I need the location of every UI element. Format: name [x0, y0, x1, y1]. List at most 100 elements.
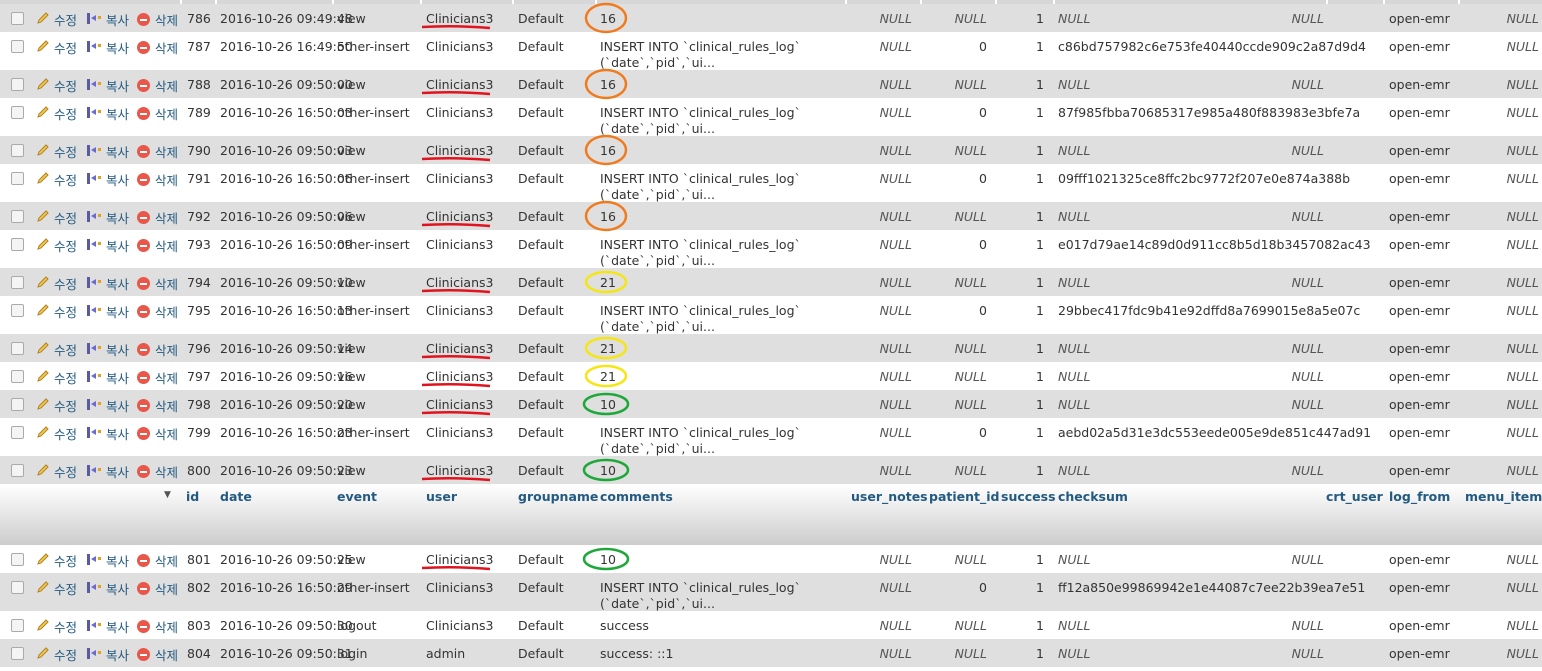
delete-link[interactable]: 삭제: [155, 142, 178, 161]
column-header-checksum[interactable]: checksum: [1058, 489, 1128, 504]
delete-icon[interactable]: [137, 399, 150, 412]
copy-link[interactable]: 복사: [106, 208, 129, 227]
column-header-crt-user[interactable]: crt_user: [1326, 489, 1383, 504]
copy-icon[interactable]: [86, 209, 101, 223]
delete-link[interactable]: 삭제: [155, 274, 178, 293]
copy-link[interactable]: 복사: [106, 340, 129, 359]
row-checkbox[interactable]: [11, 581, 24, 594]
delete-link[interactable]: 삭제: [155, 236, 178, 255]
pencil-icon[interactable]: [36, 77, 50, 91]
edit-link[interactable]: 수정: [54, 104, 77, 123]
copy-link[interactable]: 복사: [106, 462, 129, 481]
delete-icon[interactable]: [137, 107, 150, 120]
delete-link[interactable]: 삭제: [155, 340, 178, 359]
row-checkbox[interactable]: [11, 464, 24, 477]
pencil-icon[interactable]: [36, 11, 50, 25]
pencil-icon[interactable]: [36, 171, 50, 185]
delete-link[interactable]: 삭제: [155, 551, 178, 570]
edit-link[interactable]: 수정: [54, 76, 77, 95]
delete-icon[interactable]: [137, 620, 150, 633]
edit-link[interactable]: 수정: [54, 10, 77, 29]
copy-icon[interactable]: [86, 303, 101, 317]
edit-link[interactable]: 수정: [54, 142, 77, 161]
row-checkbox[interactable]: [11, 276, 24, 289]
pencil-icon[interactable]: [36, 580, 50, 594]
edit-link[interactable]: 수정: [54, 462, 77, 481]
column-header-patient-id[interactable]: patient_id: [929, 489, 999, 504]
copy-link[interactable]: 복사: [106, 38, 129, 57]
row-checkbox[interactable]: [11, 370, 24, 383]
delete-icon[interactable]: [137, 79, 150, 92]
delete-link[interactable]: 삭제: [155, 368, 178, 387]
pencil-icon[interactable]: [36, 39, 50, 53]
delete-link[interactable]: 삭제: [155, 579, 178, 598]
delete-icon[interactable]: [137, 13, 150, 26]
row-checkbox[interactable]: [11, 106, 24, 119]
delete-icon[interactable]: [137, 277, 150, 290]
edit-link[interactable]: 수정: [54, 579, 77, 598]
copy-icon[interactable]: [86, 369, 101, 383]
copy-icon[interactable]: [86, 341, 101, 355]
edit-link[interactable]: 수정: [54, 551, 77, 570]
triangle-down-icon[interactable]: ▼: [164, 490, 171, 500]
edit-link[interactable]: 수정: [54, 236, 77, 255]
column-header-log-from[interactable]: log_from: [1389, 489, 1450, 504]
delete-link[interactable]: 삭제: [155, 462, 178, 481]
pencil-icon[interactable]: [36, 275, 50, 289]
delete-link[interactable]: 삭제: [155, 645, 178, 664]
copy-icon[interactable]: [86, 77, 101, 91]
row-checkbox[interactable]: [11, 342, 24, 355]
pencil-icon[interactable]: [36, 209, 50, 223]
pencil-icon[interactable]: [36, 618, 50, 632]
copy-icon[interactable]: [86, 105, 101, 119]
pencil-icon[interactable]: [36, 143, 50, 157]
delete-link[interactable]: 삭제: [155, 302, 178, 321]
pencil-icon[interactable]: [36, 646, 50, 660]
delete-icon[interactable]: [137, 41, 150, 54]
row-checkbox[interactable]: [11, 172, 24, 185]
pencil-icon[interactable]: [36, 425, 50, 439]
copy-icon[interactable]: [86, 275, 101, 289]
copy-link[interactable]: 복사: [106, 170, 129, 189]
row-checkbox[interactable]: [11, 238, 24, 251]
delete-link[interactable]: 삭제: [155, 10, 178, 29]
delete-link[interactable]: 삭제: [155, 424, 178, 443]
copy-link[interactable]: 복사: [106, 368, 129, 387]
copy-link[interactable]: 복사: [106, 302, 129, 321]
copy-link[interactable]: 복사: [106, 617, 129, 636]
row-checkbox[interactable]: [11, 553, 24, 566]
row-checkbox[interactable]: [11, 619, 24, 632]
column-header-menu-item-id[interactable]: menu_item_id: [1465, 489, 1542, 504]
copy-icon[interactable]: [86, 397, 101, 411]
copy-link[interactable]: 복사: [106, 142, 129, 161]
copy-link[interactable]: 복사: [106, 396, 129, 415]
copy-link[interactable]: 복사: [106, 551, 129, 570]
delete-link[interactable]: 삭제: [155, 396, 178, 415]
delete-link[interactable]: 삭제: [155, 170, 178, 189]
delete-icon[interactable]: [137, 173, 150, 186]
edit-link[interactable]: 수정: [54, 645, 77, 664]
delete-link[interactable]: 삭제: [155, 104, 178, 123]
copy-icon[interactable]: [86, 463, 101, 477]
edit-link[interactable]: 수정: [54, 617, 77, 636]
row-checkbox[interactable]: [11, 144, 24, 157]
copy-icon[interactable]: [86, 552, 101, 566]
column-header-groupname[interactable]: groupname: [518, 489, 598, 504]
row-checkbox[interactable]: [11, 12, 24, 25]
row-checkbox[interactable]: [11, 426, 24, 439]
delete-icon[interactable]: [137, 427, 150, 440]
copy-link[interactable]: 복사: [106, 236, 129, 255]
copy-icon[interactable]: [86, 425, 101, 439]
delete-icon[interactable]: [137, 465, 150, 478]
edit-link[interactable]: 수정: [54, 170, 77, 189]
edit-link[interactable]: 수정: [54, 424, 77, 443]
delete-icon[interactable]: [137, 239, 150, 252]
delete-icon[interactable]: [137, 371, 150, 384]
edit-link[interactable]: 수정: [54, 302, 77, 321]
delete-icon[interactable]: [137, 343, 150, 356]
pencil-icon[interactable]: [36, 369, 50, 383]
delete-link[interactable]: 삭제: [155, 38, 178, 57]
column-header-success[interactable]: success: [1001, 489, 1056, 504]
copy-link[interactable]: 복사: [106, 104, 129, 123]
copy-icon[interactable]: [86, 237, 101, 251]
